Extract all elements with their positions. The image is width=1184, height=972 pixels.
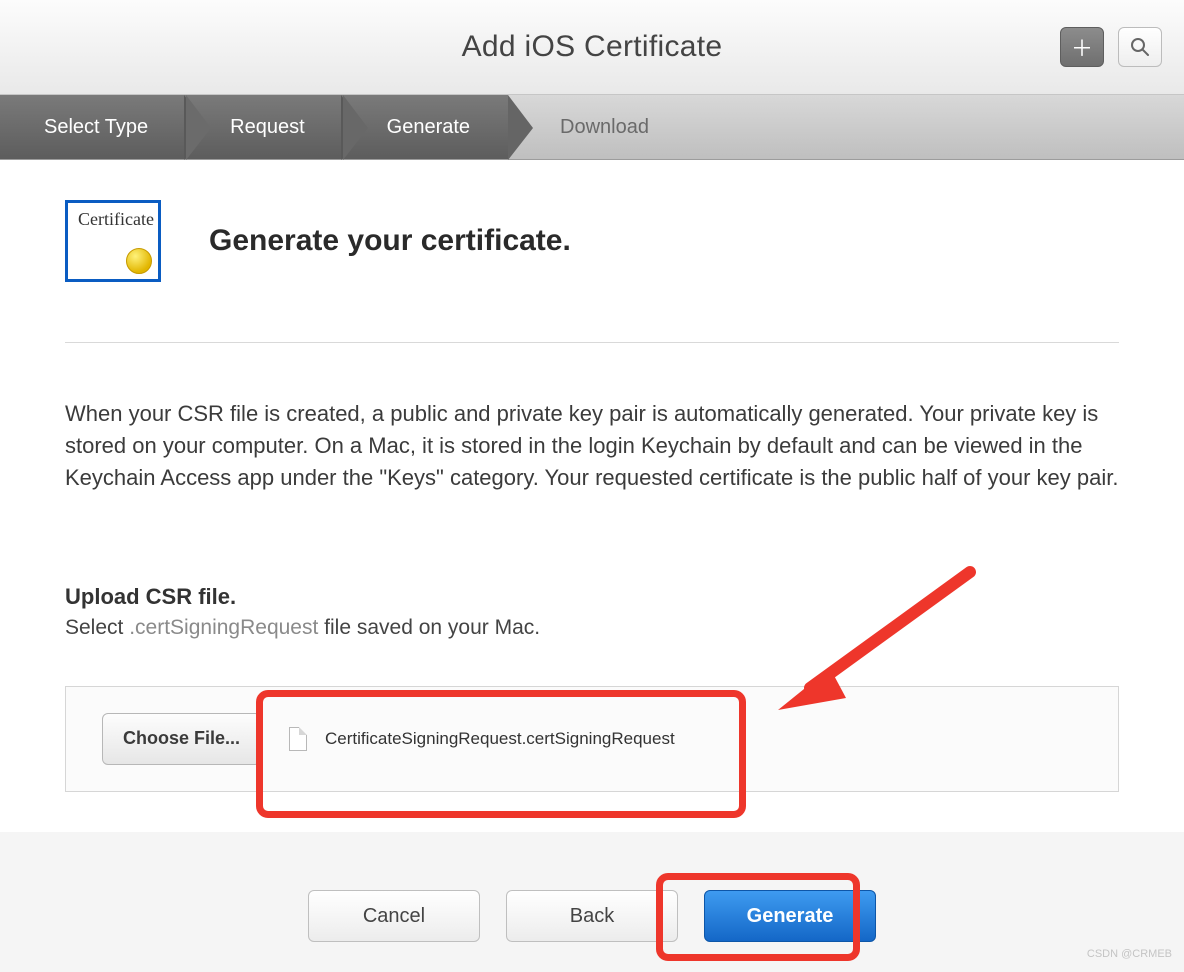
step-select-type[interactable]: Select Type [0,95,186,159]
footer-actions: Cancel Back Generate [0,890,1184,942]
description-text: When your CSR file is created, a public … [65,398,1119,494]
upload-subtitle: Select .certSigningRequest file saved on… [65,616,1119,640]
page-title: Add iOS Certificate [462,30,723,64]
selected-file-name: CertificateSigningRequest.certSigningReq… [325,729,675,749]
main-content: Certificate Generate your certificate. W… [0,160,1184,832]
back-button[interactable]: Back [506,890,678,942]
seal-icon [126,248,152,274]
search-icon [1130,37,1150,57]
certificate-icon: Certificate [65,200,161,282]
page-header: Add iOS Certificate ＋ [0,0,1184,95]
watermark: CSDN @CRMEB [1087,948,1172,960]
step-download: Download [508,95,689,159]
file-icon [289,727,307,751]
search-button[interactable] [1118,27,1162,67]
wizard-steps: Select Type Request Generate Download [0,95,1184,160]
divider [65,342,1119,343]
choose-file-button[interactable]: Choose File... [102,713,261,765]
upload-row: Choose File... CertificateSigningRequest… [65,686,1119,792]
add-button[interactable]: ＋ [1060,27,1104,67]
cancel-button[interactable]: Cancel [308,890,480,942]
plus-icon: ＋ [1071,31,1093,63]
section-heading: Generate your certificate. [209,224,571,258]
generate-button[interactable]: Generate [704,890,876,942]
upload-title: Upload CSR file. [65,584,1119,610]
